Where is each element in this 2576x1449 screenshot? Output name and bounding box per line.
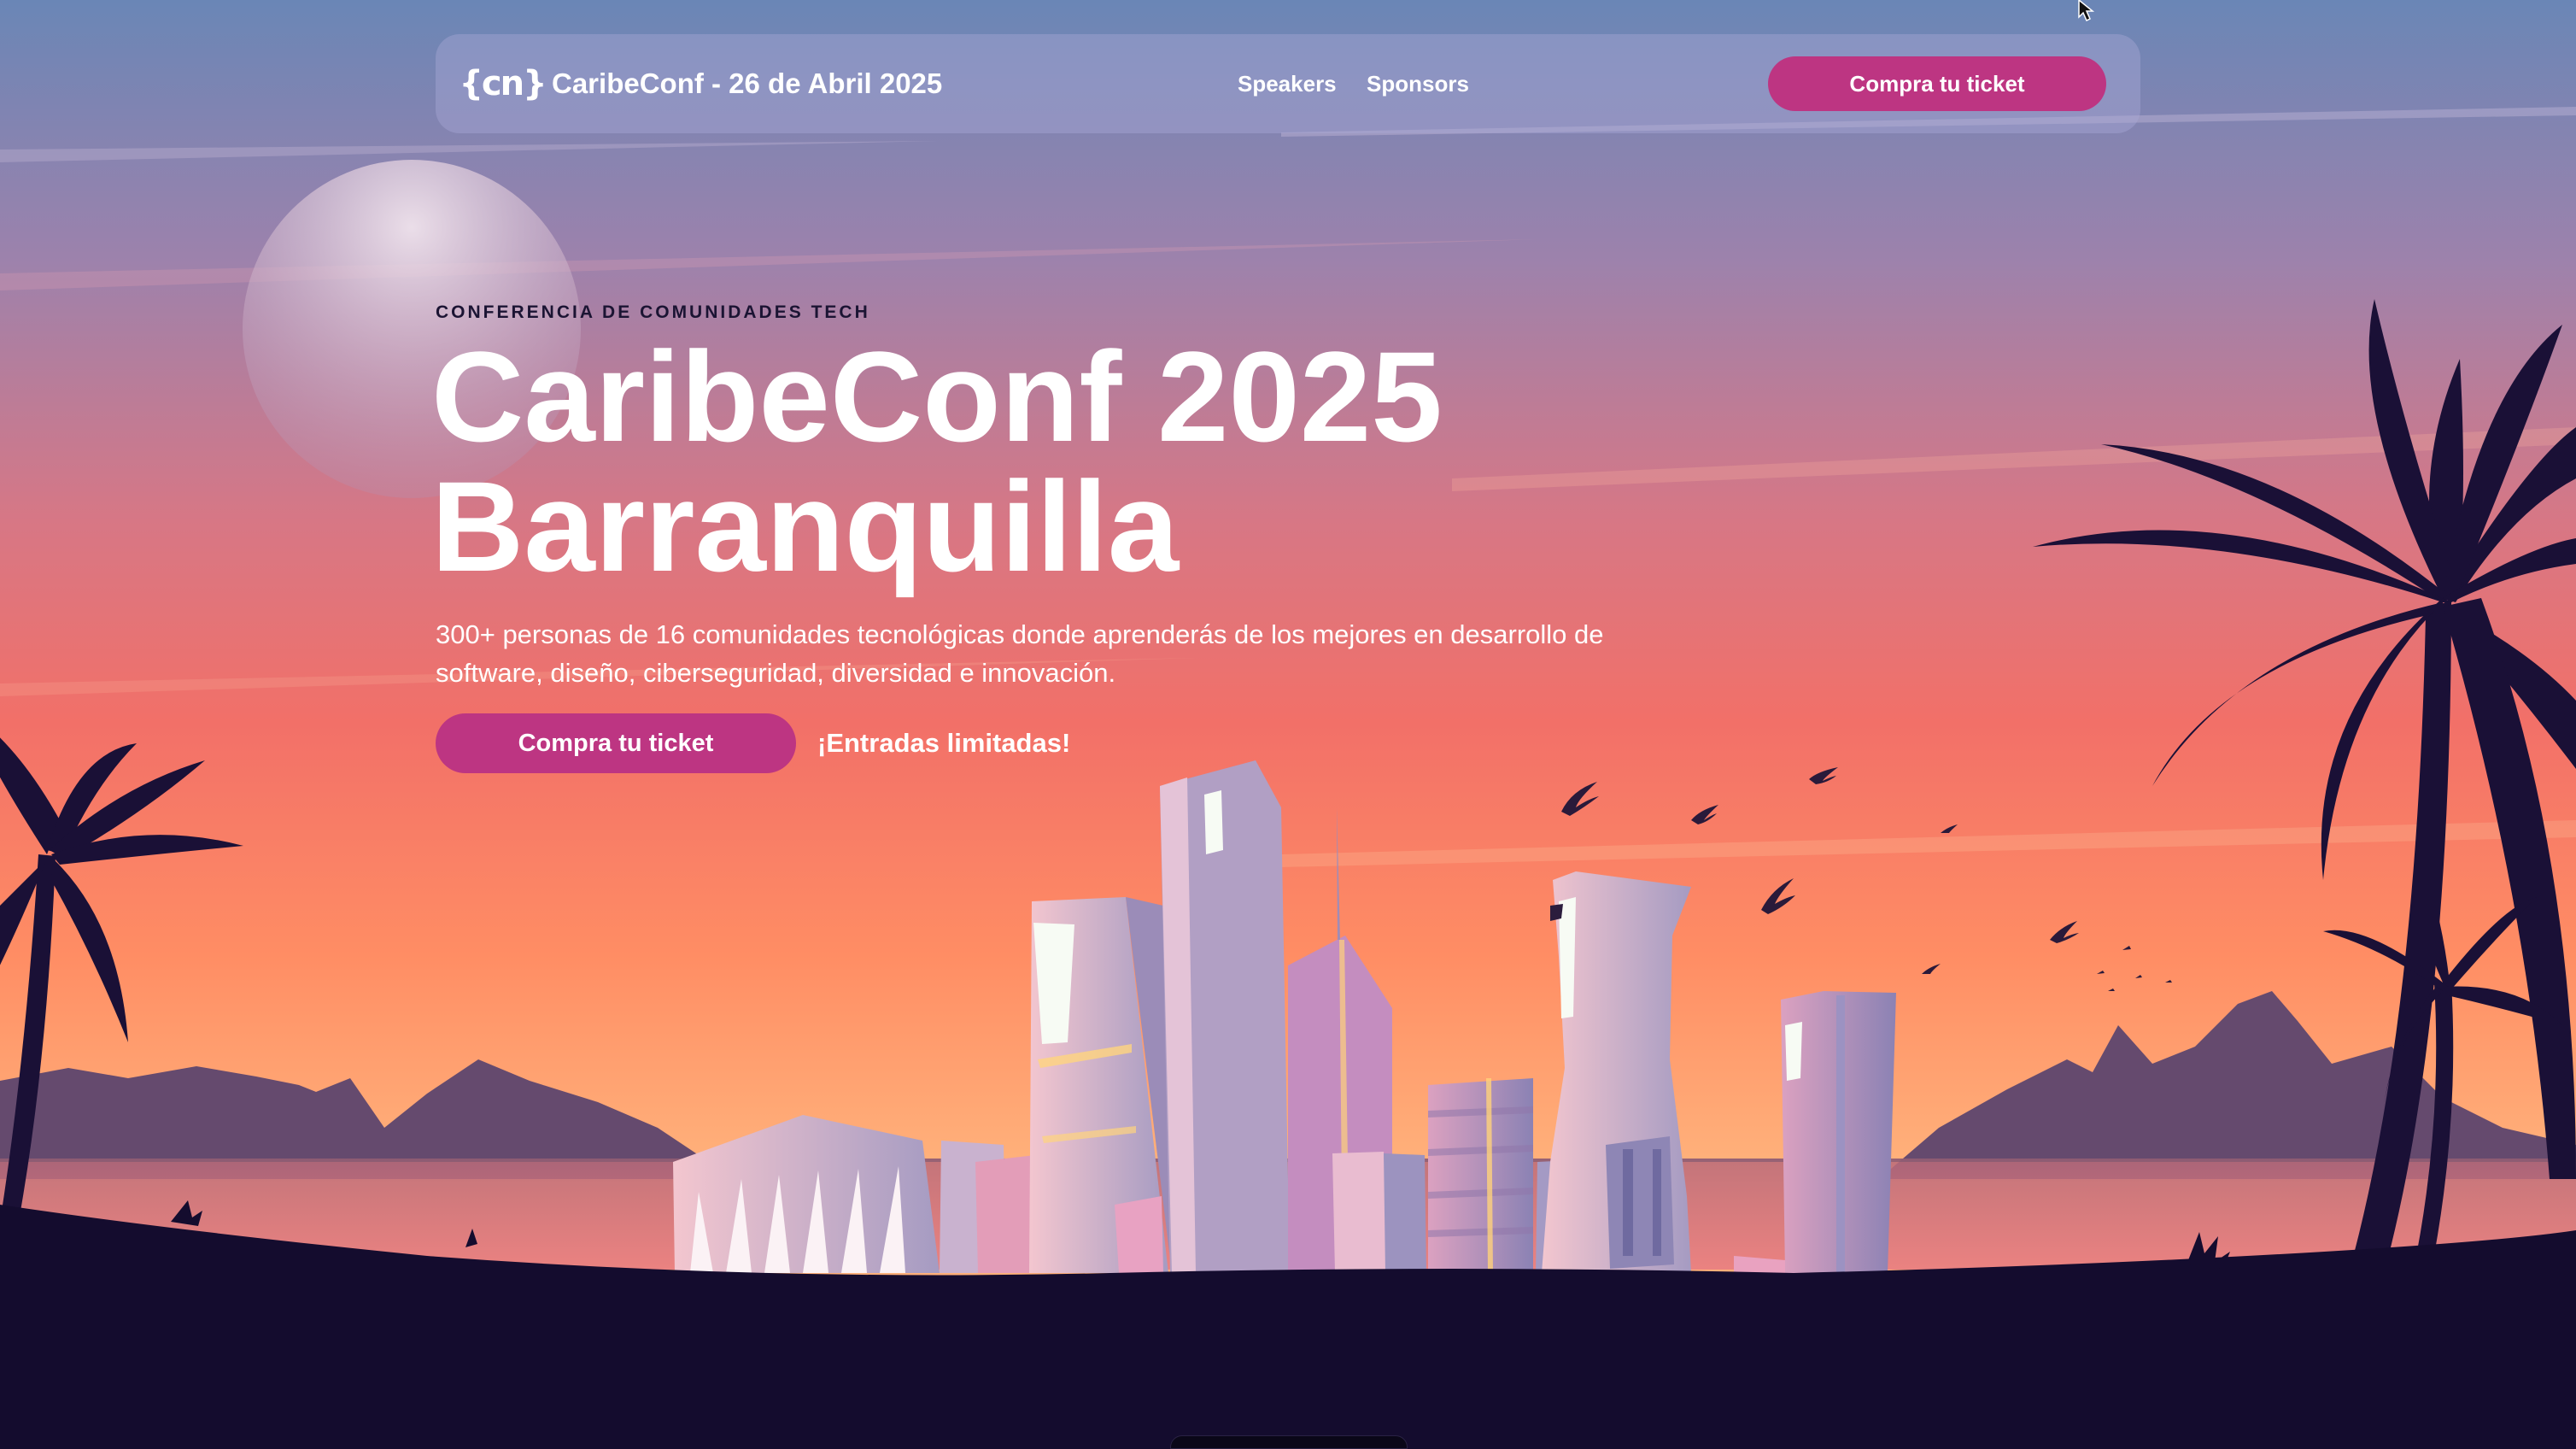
nav-link-sponsors[interactable]: Sponsors xyxy=(1367,67,1469,101)
nav-buy-ticket-button[interactable]: Compra tu ticket xyxy=(1768,56,2106,111)
hero-buy-ticket-button[interactable]: Compra tu ticket xyxy=(436,713,796,773)
top-navbar: {cn} CaribeConf - 26 de Abril 2025 Speak… xyxy=(436,34,2140,133)
brand-title[interactable]: CaribeConf - 26 de Abril 2025 xyxy=(552,63,942,104)
hero-title-line-2: Barranquilla xyxy=(431,455,1180,598)
hero-title: CaribeConf 2025 Barranquilla xyxy=(431,331,1443,591)
hero-illustration xyxy=(0,0,2576,1447)
caribeconf-logo-icon[interactable]: {cn} xyxy=(459,60,547,108)
limited-tickets-label: ¡Entradas limitadas! xyxy=(817,728,1071,758)
hero-title-line-1: CaribeConf 2025 xyxy=(431,325,1443,468)
hero-description: 300+ personas de 16 comunidades tecnológ… xyxy=(436,619,1604,688)
hero-eyebrow: CONFERENCIA DE COMUNIDADES TECH xyxy=(436,302,870,322)
mouse-pointer-icon xyxy=(2078,0,2095,22)
nav-link-speakers[interactable]: Speakers xyxy=(1238,67,1337,101)
